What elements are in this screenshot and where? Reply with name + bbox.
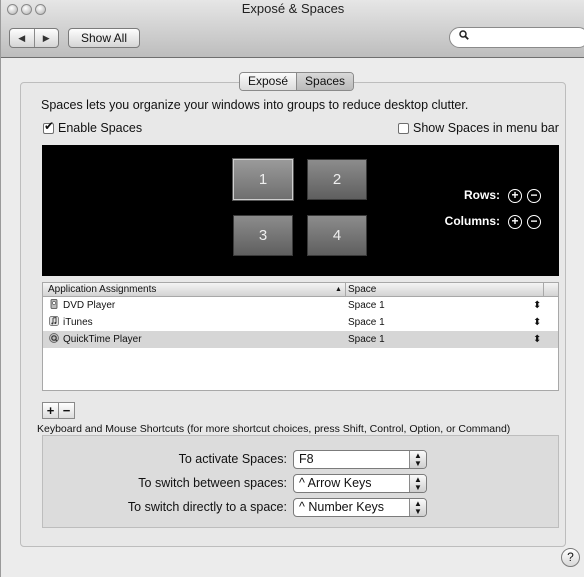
itunes-icon bbox=[49, 315, 59, 326]
space-stepper-icon[interactable]: ⬍ bbox=[533, 297, 541, 314]
help-button[interactable]: ? bbox=[561, 548, 580, 567]
enable-spaces-label: Enable Spaces bbox=[58, 121, 143, 135]
preferences-window: Exposé & Spaces ◀ ▶ Show All Exposé Spac… bbox=[0, 0, 584, 577]
column-header-application[interactable]: Application Assignments bbox=[48, 283, 156, 296]
switch-between-spaces-label: To switch between spaces: bbox=[138, 476, 287, 490]
remove-column-minus-icon[interactable]: − bbox=[527, 215, 541, 229]
add-assignment-button[interactable]: + bbox=[43, 403, 59, 418]
column-header-space[interactable]: Space bbox=[348, 283, 376, 296]
forward-arrow-icon[interactable]: ▶ bbox=[35, 29, 59, 47]
show-in-menu-bar-label: Show Spaces in menu bar bbox=[413, 121, 559, 135]
popup-arrows-icon: ▲ ▼ bbox=[409, 475, 426, 492]
space-tile-4[interactable]: 4 bbox=[307, 215, 367, 256]
rows-label: Rows: bbox=[464, 188, 500, 202]
remove-row-minus-icon[interactable]: − bbox=[527, 189, 541, 203]
dvd-player-icon bbox=[49, 298, 59, 309]
show-all-button[interactable]: Show All bbox=[68, 28, 140, 48]
window-title: Exposé & Spaces bbox=[241, 1, 345, 16]
space-value: Space 1 bbox=[348, 300, 385, 311]
tab-spaces[interactable]: Spaces bbox=[296, 73, 354, 90]
popup-arrows-icon: ▲ ▼ bbox=[409, 499, 426, 516]
popup-value: ^ Arrow Keys bbox=[299, 476, 372, 490]
column-divider bbox=[345, 283, 346, 296]
space-value: Space 1 bbox=[348, 334, 385, 345]
switch-between-spaces-popup[interactable]: ^ Arrow Keys ▲ ▼ bbox=[293, 474, 427, 493]
shortcuts-heading: Keyboard and Mouse Shortcuts (for more s… bbox=[37, 423, 511, 435]
table-row[interactable]: iTunes Space 1 ⬍ bbox=[43, 314, 558, 331]
switch-directly-popup[interactable]: ^ Number Keys ▲ ▼ bbox=[293, 498, 427, 517]
popup-value: F8 bbox=[299, 452, 314, 466]
application-assignments-table: Application Assignments ▲ Space DVD Play… bbox=[42, 282, 559, 391]
add-row-plus-icon[interactable]: + bbox=[508, 189, 522, 203]
columns-label: Columns: bbox=[444, 214, 500, 228]
show-in-menu-bar-checkbox[interactable] bbox=[398, 123, 409, 134]
spaces-preview: 1 2 3 4 Rows: + − Columns: + − bbox=[42, 145, 559, 276]
back-arrow-icon[interactable]: ◀ bbox=[10, 29, 35, 47]
add-column-plus-icon[interactable]: + bbox=[508, 215, 522, 229]
search-icon bbox=[459, 30, 469, 43]
space-tile-3[interactable]: 3 bbox=[233, 215, 293, 256]
quicktime-icon bbox=[49, 332, 59, 343]
app-name: QuickTime Player bbox=[63, 334, 142, 345]
activate-spaces-label: To activate Spaces: bbox=[178, 452, 287, 466]
space-tile-1[interactable]: 1 bbox=[233, 159, 293, 200]
popup-value: ^ Number Keys bbox=[299, 500, 385, 514]
table-row[interactable]: DVD Player Space 1 ⬍ bbox=[43, 297, 558, 314]
sort-up-arrow-icon: ▲ bbox=[335, 286, 342, 293]
back-forward-control: ◀ ▶ bbox=[9, 28, 59, 48]
shortcuts-panel: To activate Spaces: F8 ▲ ▼ To switch betw… bbox=[42, 435, 559, 528]
app-name: iTunes bbox=[63, 317, 93, 328]
activate-spaces-popup[interactable]: F8 ▲ ▼ bbox=[293, 450, 427, 469]
space-stepper-icon[interactable]: ⬍ bbox=[533, 314, 541, 331]
popup-arrows-icon: ▲ ▼ bbox=[409, 451, 426, 468]
tab-expose[interactable]: Exposé bbox=[240, 73, 297, 90]
pref-tabs: Exposé Spaces bbox=[239, 72, 355, 91]
table-header: Application Assignments ▲ Space bbox=[43, 283, 558, 297]
app-name: DVD Player bbox=[63, 300, 116, 311]
space-tile-2[interactable]: 2 bbox=[307, 159, 367, 200]
spaces-description: Spaces lets you organize your windows in… bbox=[41, 98, 469, 112]
column-divider bbox=[543, 283, 544, 296]
table-row[interactable]: QuickTime Player Space 1 ⬍ bbox=[43, 331, 558, 348]
checkmark-icon: ✔ bbox=[44, 119, 55, 133]
space-value: Space 1 bbox=[348, 317, 385, 328]
space-stepper-icon[interactable]: ⬍ bbox=[533, 331, 541, 348]
add-remove-buttons: + − bbox=[42, 402, 75, 419]
title-bar: Exposé & Spaces ◀ ▶ Show All bbox=[1, 0, 584, 58]
switch-directly-label: To switch directly to a space: bbox=[127, 500, 287, 514]
search-field[interactable] bbox=[449, 27, 584, 48]
enable-spaces-checkbox[interactable]: ✔ bbox=[43, 119, 54, 134]
remove-assignment-button[interactable]: − bbox=[59, 403, 74, 418]
